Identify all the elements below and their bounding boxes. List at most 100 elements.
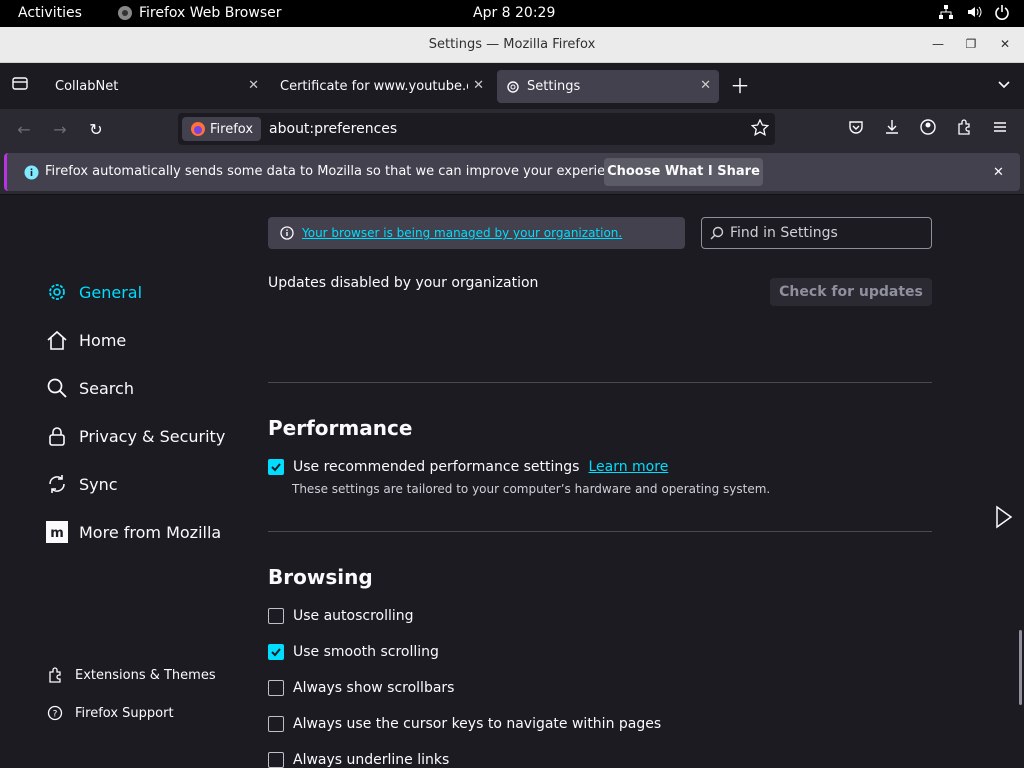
sync-icon — [45, 472, 69, 496]
category-label: Privacy & Security — [79, 426, 226, 446]
app-menu-label: Firefox Web Browser — [139, 5, 282, 21]
new-tab-button[interactable]: ＋ — [728, 74, 752, 98]
close-tab-icon[interactable]: ✕ — [473, 78, 484, 93]
gear-icon — [45, 280, 69, 304]
category-general[interactable]: General — [45, 280, 142, 304]
mouse-cursor-icon — [996, 505, 1013, 529]
checkbox-checked[interactable] — [268, 459, 284, 475]
managed-by-organization-link[interactable]: Your browser is being managed by your or… — [302, 226, 622, 240]
page-scrollbar[interactable] — [1019, 630, 1022, 705]
checkbox-checked[interactable] — [268, 644, 284, 660]
category-privacy[interactable]: Privacy & Security — [45, 424, 225, 448]
back-button[interactable]: ← — [12, 118, 36, 142]
show-scrollbars-checkbox[interactable]: Always show scrollbars — [268, 680, 454, 696]
puzzle-icon — [49, 667, 61, 683]
checkbox-unchecked[interactable] — [268, 752, 284, 768]
reload-button[interactable]: ↻ — [84, 118, 108, 142]
notification-message: Firefox automatically sends some data to… — [45, 164, 633, 179]
firefox-logo-icon — [191, 122, 205, 136]
checkbox-unchecked[interactable] — [268, 680, 284, 696]
info-icon — [24, 165, 39, 180]
lock-icon — [45, 424, 69, 448]
tab-collabnet[interactable]: CollabNet ✕ — [43, 70, 267, 103]
category-more-from-mozilla[interactable]: m More from Mozilla — [45, 520, 221, 544]
checkbox-unchecked[interactable] — [268, 608, 284, 624]
performance-heading: Performance — [268, 416, 413, 440]
close-tab-icon[interactable]: ✕ — [700, 78, 711, 93]
pocket-button[interactable] — [844, 118, 868, 142]
hamburger-icon — [994, 122, 1006, 132]
section-divider — [268, 531, 932, 532]
puzzle-icon — [958, 119, 970, 135]
identity-label: Firefox — [210, 121, 254, 137]
window-titlebar[interactable]: Settings — Mozilla Firefox — ❐ ✕ — [0, 27, 1024, 63]
settings-page: General Home Search Privacy & Security S… — [0, 195, 1024, 768]
svg-text:m: m — [50, 526, 64, 541]
tab-label: CollabNet — [55, 79, 119, 94]
autoscrolling-checkbox[interactable]: Use autoscrolling — [268, 608, 414, 624]
bookmark-star-icon[interactable] — [750, 118, 770, 141]
mozilla-icon: m — [45, 520, 69, 544]
close-window-button[interactable]: ✕ — [995, 34, 1015, 54]
check-for-updates-button[interactable]: Check for updates — [770, 278, 932, 306]
category-sync[interactable]: Sync — [45, 472, 118, 496]
system-tray[interactable] — [938, 4, 1010, 20]
checkbox-label: Use smooth scrolling — [293, 644, 439, 660]
activities-button[interactable]: Activities — [18, 5, 82, 21]
help-icon: ? — [47, 705, 63, 721]
clock[interactable]: Apr 8 20:29 — [473, 5, 555, 21]
learn-more-link[interactable]: Learn more — [588, 459, 668, 475]
performance-description: These settings are tailored to your comp… — [292, 482, 771, 496]
firefox-view-icon — [12, 77, 28, 90]
choose-what-i-share-button[interactable]: Choose What I Share — [604, 158, 763, 186]
category-home[interactable]: Home — [45, 328, 126, 352]
recommended-performance-checkbox[interactable]: Use recommended performance settings Lea… — [268, 459, 668, 475]
firefox-icon — [118, 6, 132, 20]
close-tab-icon[interactable]: ✕ — [248, 78, 259, 93]
gear-icon — [507, 80, 519, 93]
info-icon — [280, 226, 294, 240]
tab-settings[interactable]: Settings ✕ — [497, 70, 719, 103]
checkbox-label: Use autoscrolling — [293, 608, 414, 624]
tab-label: Certificate for www.youtube.co — [280, 79, 468, 94]
maximize-button[interactable]: ❐ — [961, 34, 981, 54]
cursor-keys-checkbox[interactable]: Always use the cursor keys to navigate w… — [268, 716, 661, 732]
firefox-view-button[interactable] — [8, 74, 32, 98]
smooth-scrolling-checkbox[interactable]: Use smooth scrolling — [268, 644, 439, 660]
search-icon — [710, 226, 724, 240]
app-menu-button[interactable] — [988, 118, 1012, 142]
category-search[interactable]: Search — [45, 376, 134, 400]
identity-box[interactable]: Firefox — [182, 117, 262, 141]
find-in-settings-input[interactable]: Find in Settings — [701, 217, 932, 249]
chevron-down-icon — [998, 81, 1010, 89]
list-all-tabs-button[interactable] — [992, 74, 1016, 98]
underline-links-checkbox[interactable]: Always underline links — [268, 752, 449, 768]
category-label: Search — [79, 378, 134, 398]
volume-icon — [968, 6, 982, 18]
checkbox-label: Use recommended performance settings — [293, 459, 580, 475]
account-button[interactable] — [916, 118, 940, 142]
checkbox-label: Always use the cursor keys to navigate w… — [293, 716, 662, 732]
window-title: Settings — Mozilla Firefox — [428, 37, 596, 52]
close-notification-icon[interactable]: ✕ — [993, 165, 1004, 180]
app-menu[interactable]: Firefox Web Browser — [117, 5, 282, 21]
extensions-button[interactable] — [952, 118, 976, 142]
extensions-themes-link[interactable]: Extensions & Themes — [47, 667, 216, 683]
minimize-button[interactable]: — — [928, 34, 948, 54]
category-label: Home — [79, 330, 127, 350]
tab-certificate[interactable]: Certificate for www.youtube.co ✕ — [268, 70, 492, 103]
pocket-icon — [849, 121, 863, 134]
footer-label: Firefox Support — [75, 705, 174, 721]
url-text: about:preferences — [269, 121, 398, 137]
tab-label: Settings — [527, 79, 581, 94]
downloads-button[interactable] — [880, 118, 904, 142]
category-label: Sync — [79, 474, 118, 494]
checkbox-unchecked[interactable] — [268, 716, 284, 732]
checkbox-label: Always show scrollbars — [293, 680, 455, 696]
section-divider — [268, 382, 932, 383]
forward-button[interactable]: → — [48, 118, 72, 142]
power-icon — [995, 5, 1009, 20]
network-icon — [939, 5, 953, 19]
firefox-support-link[interactable]: ? Firefox Support — [47, 705, 174, 721]
address-bar[interactable]: Firefox about:preferences — [178, 113, 775, 145]
